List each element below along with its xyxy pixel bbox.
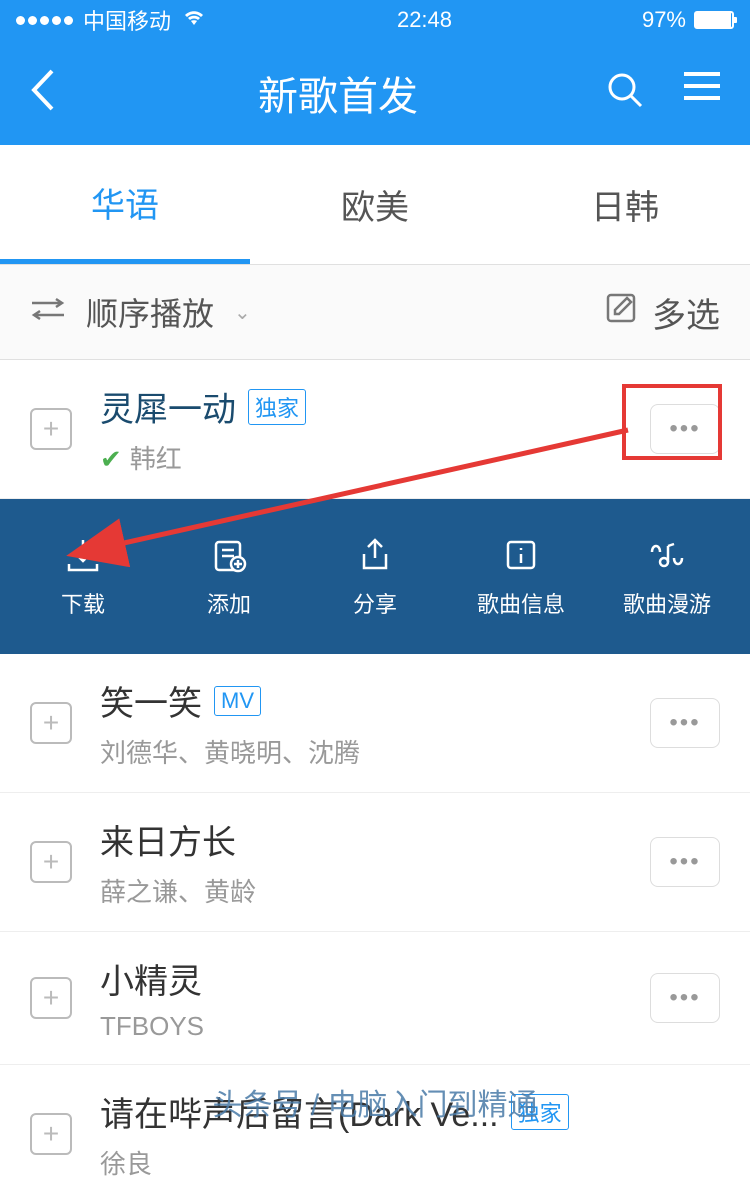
song-artist: ✔韩红 xyxy=(100,439,635,476)
tab-jk[interactable]: 日韩 xyxy=(500,145,750,264)
song-row[interactable]: + 来日方长 薛之谦、黄龄 ••• xyxy=(0,793,750,932)
watermark-text: 头条号 / 电脑入门到精通 xyxy=(212,1080,537,1124)
chevron-down-icon: ⌄ xyxy=(234,300,251,325)
annotation-box xyxy=(622,384,722,460)
share-icon xyxy=(356,535,394,575)
share-button[interactable]: 分享 xyxy=(302,499,448,654)
list-controls: 顺序播放 ⌄ 多选 xyxy=(0,265,750,360)
song-title: 笑一笑 xyxy=(100,676,202,725)
info-button[interactable]: 歌曲信息 xyxy=(448,499,594,654)
nav-bar: 新歌首发 xyxy=(0,40,750,145)
song-row[interactable]: + 笑一笑 MV 刘德华、黄晓明、沈腾 ••• xyxy=(0,654,750,793)
song-list: + 灵犀一动 独家 ✔韩红 ••• 下载 添加 xyxy=(0,360,750,1203)
song-title: 小精灵 xyxy=(100,954,202,1003)
download-button[interactable]: 下载 xyxy=(10,499,156,654)
more-button[interactable]: ••• xyxy=(650,973,720,1023)
battery-icon xyxy=(694,11,734,29)
music-roam-icon xyxy=(646,535,688,575)
song-artist: 徐良 xyxy=(100,1144,720,1181)
add-button[interactable]: + xyxy=(30,1113,72,1155)
more-button[interactable]: ••• xyxy=(650,698,720,748)
add-button[interactable]: + xyxy=(30,408,72,450)
category-tabs: 华语 欧美 日韩 xyxy=(0,145,750,265)
multi-select-button[interactable]: 多选 xyxy=(605,288,720,337)
song-artist: 薛之谦、黄龄 xyxy=(100,872,635,909)
add-button[interactable]: + xyxy=(30,702,72,744)
signal-dots-icon xyxy=(16,16,73,25)
status-bar: 中国移动 22:48 97% xyxy=(0,0,750,40)
mv-badge: MV xyxy=(214,686,261,716)
menu-icon[interactable] xyxy=(684,71,720,114)
add-button[interactable]: + xyxy=(30,977,72,1019)
status-time: 22:48 xyxy=(207,7,642,33)
page-title: 新歌首发 xyxy=(70,64,606,122)
tab-western[interactable]: 欧美 xyxy=(250,145,500,264)
song-title: 来日方长 xyxy=(100,815,236,864)
roam-button[interactable]: 歌曲漫游 xyxy=(594,499,740,654)
song-artist: TFBOYS xyxy=(100,1011,635,1042)
add-list-icon xyxy=(210,535,248,575)
carrier-label: 中国移动 xyxy=(83,4,171,36)
download-icon xyxy=(64,535,102,575)
play-mode-button[interactable]: 顺序播放 ⌄ xyxy=(30,289,251,335)
add-button[interactable]: + xyxy=(30,841,72,883)
status-left: 中国移动 xyxy=(16,4,207,36)
song-row[interactable]: + 小精灵 TFBOYS ••• xyxy=(0,932,750,1065)
info-icon xyxy=(502,535,540,575)
edit-icon xyxy=(605,292,637,333)
status-right: 97% xyxy=(642,7,734,33)
exclusive-badge: 独家 xyxy=(248,389,306,425)
add-to-button[interactable]: 添加 xyxy=(156,499,302,654)
verified-icon: ✔ xyxy=(100,444,122,474)
more-button[interactable]: ••• xyxy=(650,837,720,887)
battery-pct: 97% xyxy=(642,7,686,33)
song-artist: 刘德华、黄晓明、沈腾 xyxy=(100,733,635,770)
song-action-panel: 下载 添加 分享 歌曲信息 歌曲漫游 xyxy=(0,499,750,654)
tab-chinese[interactable]: 华语 xyxy=(0,145,250,264)
song-title: 灵犀一动 xyxy=(100,382,236,431)
sequential-icon xyxy=(30,294,66,331)
back-button[interactable] xyxy=(30,69,70,116)
search-icon[interactable] xyxy=(606,71,644,114)
wifi-icon xyxy=(181,7,207,33)
